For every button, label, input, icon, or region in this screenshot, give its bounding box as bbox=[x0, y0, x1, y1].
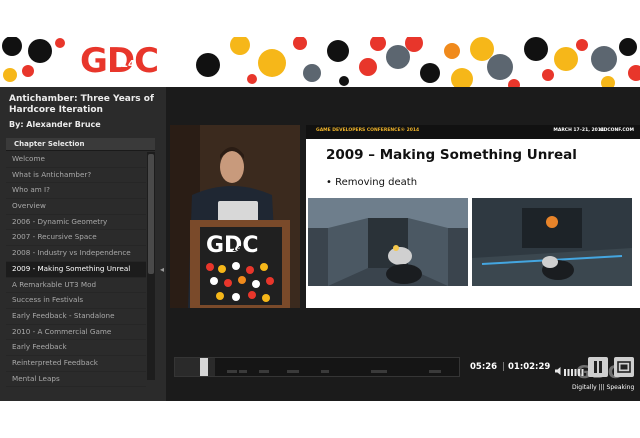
slide-bullet: • Removing death bbox=[326, 177, 417, 188]
chapter-list-scroll-thumb[interactable] bbox=[148, 154, 154, 274]
current-time: 05:26 bbox=[470, 362, 498, 372]
chapter-item[interactable]: Mental Leaps bbox=[6, 372, 146, 388]
talk-author: By: Alexander Bruce bbox=[9, 120, 101, 129]
seek-thumb[interactable] bbox=[199, 358, 208, 376]
game-screenshot-2 bbox=[472, 198, 632, 286]
slide-header-bar: GAME DEVELOPERS CONFERENCE® 2014 MARCH 1… bbox=[306, 125, 640, 139]
chapter-list-scrollbar[interactable] bbox=[147, 152, 155, 380]
seek-bar[interactable] bbox=[174, 357, 460, 377]
game-screenshot-1 bbox=[308, 198, 468, 286]
gdc-logo: GDC 14 bbox=[80, 41, 192, 83]
sidebar: Antichamber: Three Years of Hardcore Ite… bbox=[0, 87, 166, 401]
total-time: 01:02:29 bbox=[508, 362, 551, 372]
chapter-item[interactable]: 2008 - Industry vs Independence bbox=[6, 246, 146, 262]
player-controls: 05:26 | 01:02:29 bbox=[174, 355, 640, 379]
chapter-item[interactable]: Success in Festivals bbox=[6, 293, 146, 309]
video-area[interactable]: GDC 14 GAME DEVELOPERS CONFERENCE® 2014 … bbox=[166, 87, 640, 401]
chapter-item[interactable]: Welcome bbox=[6, 152, 146, 168]
chapter-item[interactable]: A Remarkable UT3 Mod bbox=[6, 278, 146, 294]
seek-chapter-markers bbox=[227, 370, 441, 373]
chapter-item[interactable]: Who am I? bbox=[6, 183, 146, 200]
volume-slider[interactable] bbox=[564, 362, 584, 376]
slide-bullet-text: Removing death bbox=[335, 177, 418, 188]
chapter-list: Welcome What is Antichamber? Who am I? Over… bbox=[6, 152, 146, 388]
gdc-logo-year: 14 bbox=[121, 59, 135, 70]
fullscreen-icon bbox=[617, 361, 631, 373]
chapter-item[interactable]: Early Feedback bbox=[6, 340, 146, 356]
bullet-dot-icon: • bbox=[326, 177, 336, 188]
chapter-item[interactable]: Reinterpreted Feedback bbox=[6, 356, 146, 372]
volume-icon[interactable] bbox=[554, 361, 564, 375]
collapse-sidebar-icon[interactable]: ◂ bbox=[158, 262, 166, 278]
slide-dates: MARCH 17–21, 2014 bbox=[553, 128, 604, 133]
video-player: GDC 14 Antichamber: Three Years of Hardc… bbox=[0, 37, 640, 401]
slide-url: GDCONF.COM bbox=[599, 128, 634, 133]
chapter-item[interactable]: Early Feedback - Standalone bbox=[6, 309, 146, 325]
slide-conference: GAME DEVELOPERS CONFERENCE® 2014 bbox=[316, 128, 420, 133]
chapter-item[interactable]: Overview bbox=[6, 199, 146, 215]
pause-icon bbox=[594, 361, 602, 373]
time-separator: | bbox=[502, 362, 505, 372]
fullscreen-button[interactable] bbox=[614, 357, 634, 377]
podium-logo-year: 14 bbox=[232, 245, 242, 253]
gdc-logo-text: GDC bbox=[80, 41, 159, 81]
digitally-speaking-logo: Digitally ||| Speaking bbox=[572, 384, 635, 391]
chapter-item[interactable]: 2007 - Recursive Space bbox=[6, 230, 146, 247]
pause-button[interactable] bbox=[588, 357, 608, 377]
podium-logo: GDC 14 bbox=[200, 227, 282, 305]
podium-dots bbox=[206, 262, 274, 302]
speaker-camera: GDC 14 bbox=[170, 125, 300, 308]
chapter-item[interactable]: What is Antichamber? bbox=[6, 168, 146, 184]
gdc-banner: GDC 14 bbox=[0, 37, 640, 87]
chapter-item[interactable]: 2010 - A Commercial Game bbox=[6, 325, 146, 341]
chapter-item[interactable]: 2009 - Making Something Unreal bbox=[6, 261, 146, 278]
presentation-slide: GAME DEVELOPERS CONFERENCE® 2014 MARCH 1… bbox=[306, 125, 640, 308]
slide-title: 2009 – Making Something Unreal bbox=[326, 147, 577, 163]
chapter-selection-header: Chapter Selection bbox=[6, 138, 155, 151]
chapter-item[interactable]: 2006 - Dynamic Geometry bbox=[6, 215, 146, 231]
talk-title: Antichamber: Three Years of Hardcore Ite… bbox=[9, 94, 154, 115]
